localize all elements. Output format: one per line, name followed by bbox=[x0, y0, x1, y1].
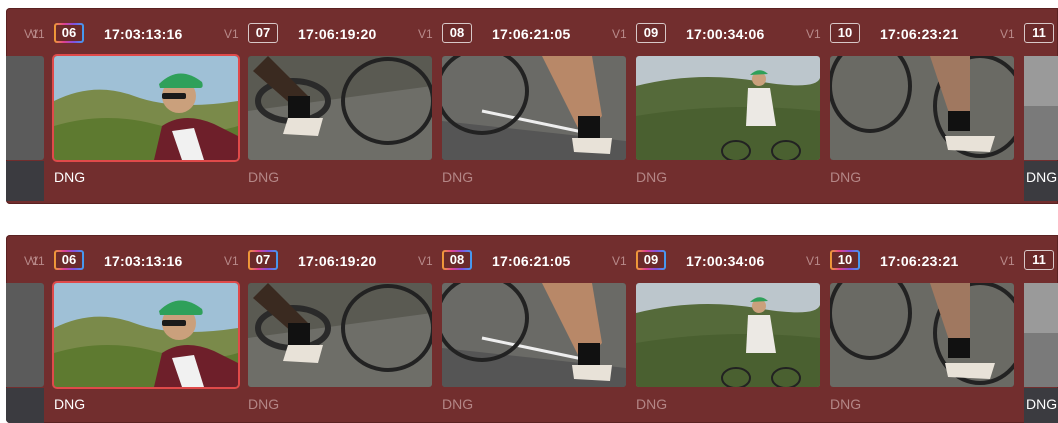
timeline-clip[interactable]: V1 09 17:00:34:06 DNG bbox=[612, 235, 830, 423]
clip-timecode: 17:03:13:16 bbox=[104, 253, 183, 269]
clip-format-label: DNG bbox=[54, 169, 86, 185]
clip-format-label: DNG bbox=[248, 169, 280, 185]
clip-track-label: V1 bbox=[612, 254, 627, 268]
cyclist-portrait-image bbox=[54, 56, 238, 160]
cyclist-hill-image bbox=[636, 56, 820, 160]
partial-clip-image bbox=[1024, 56, 1058, 160]
clip-number-badge: 07 bbox=[248, 23, 278, 43]
clip-format-label: DNG bbox=[54, 396, 86, 412]
clip-timecode: 17:06:21:05 bbox=[492, 253, 571, 269]
clip-track-label: V1 bbox=[224, 254, 239, 268]
clip-thumbnail[interactable] bbox=[1024, 283, 1058, 387]
clip-format-label: DNG bbox=[636, 169, 668, 185]
clip-timecode: 17:00:34:06 bbox=[686, 253, 765, 269]
clip-strip-top: V1 V1 06 17:03:13:16 DNG V1 07 17:06:19:20 DN… bbox=[6, 8, 1058, 204]
clip-format-label: DNG bbox=[830, 169, 862, 185]
clip-number-badge: 07 bbox=[248, 250, 278, 270]
clip-number-badge: 10 bbox=[830, 250, 860, 270]
clip-track-label: V1 bbox=[806, 254, 821, 268]
previous-clip-format-bar bbox=[6, 388, 44, 423]
clip-track-label: V1 bbox=[1000, 27, 1015, 41]
clip-number-badge: 08 bbox=[442, 250, 472, 270]
timeline-clip[interactable]: V1 11 DNG bbox=[1000, 8, 1058, 204]
previous-clip-format-bar bbox=[6, 161, 44, 201]
clip-number-badge: 11 bbox=[1024, 23, 1054, 43]
clip-format-label: DNG bbox=[830, 396, 862, 412]
leg-wheel-image bbox=[442, 283, 626, 387]
rear-wheel-image bbox=[830, 56, 1014, 160]
clip-timecode: 17:06:21:05 bbox=[492, 26, 571, 42]
clip-track-label: V1 bbox=[224, 27, 239, 41]
clip-format-label: DNG bbox=[1026, 169, 1058, 185]
clip-timecode: 17:00:34:06 bbox=[686, 26, 765, 42]
timeline-clip[interactable]: V1 10 17:06:23:21 DNG bbox=[806, 8, 1024, 204]
clip-number-badge: 11 bbox=[1024, 250, 1054, 270]
clip-track-label: V1 bbox=[30, 27, 45, 41]
timeline-clip[interactable]: V1 11 DNG bbox=[1000, 235, 1058, 423]
timeline-clip[interactable]: V1 07 17:06:19:20 DNG bbox=[224, 8, 442, 204]
clip-timecode: 17:06:23:21 bbox=[880, 253, 959, 269]
clip-number-badge: 08 bbox=[442, 23, 472, 43]
timeline-clip[interactable]: V1 06 17:03:13:16 DNG bbox=[30, 8, 248, 204]
clip-track-label: V1 bbox=[612, 27, 627, 41]
clip-thumbnail[interactable] bbox=[636, 56, 820, 160]
clip-thumbnail[interactable] bbox=[636, 283, 820, 387]
clip-thumbnail[interactable] bbox=[830, 56, 1014, 160]
previous-clip-thumbnail[interactable] bbox=[6, 283, 44, 387]
clip-format-label: DNG bbox=[248, 396, 280, 412]
clip-number-badge: 09 bbox=[636, 250, 666, 270]
clip-format-label: DNG bbox=[442, 169, 474, 185]
clip-thumbnail[interactable] bbox=[248, 283, 432, 387]
clip-thumbnail[interactable] bbox=[54, 56, 238, 160]
partial-clip-image bbox=[1024, 283, 1058, 387]
clip-strip-bottom: V1 V1 06 17:03:13:16 DNG V1 07 17:06:19:20 DN… bbox=[6, 235, 1058, 423]
clip-format-label: DNG bbox=[636, 396, 668, 412]
clip-number-badge: 06 bbox=[54, 23, 84, 43]
timeline-clip[interactable]: V1 08 17:06:21:05 DNG bbox=[418, 8, 636, 204]
timeline-clip[interactable]: V1 08 17:06:21:05 DNG bbox=[418, 235, 636, 423]
clip-track-label: V1 bbox=[1000, 254, 1015, 268]
clip-thumbnail[interactable] bbox=[54, 283, 238, 387]
clip-track-label: V1 bbox=[418, 254, 433, 268]
clip-track-label: V1 bbox=[418, 27, 433, 41]
clip-thumbnail[interactable] bbox=[442, 283, 626, 387]
cyclist-hill-image bbox=[636, 283, 820, 387]
timeline-clip[interactable]: V1 06 17:03:13:16 DNG bbox=[30, 235, 248, 423]
leg-wheel-image bbox=[442, 56, 626, 160]
pedal-closeup-image bbox=[248, 56, 432, 160]
clip-timecode: 17:06:19:20 bbox=[298, 253, 377, 269]
clip-thumbnail[interactable] bbox=[1024, 56, 1058, 160]
clip-timecode: 17:03:13:16 bbox=[104, 26, 183, 42]
clip-number-badge: 06 bbox=[54, 250, 84, 270]
clip-track-label: V1 bbox=[30, 254, 45, 268]
rear-wheel-image bbox=[830, 283, 1014, 387]
timeline-clip[interactable]: V1 10 17:06:23:21 DNG bbox=[806, 235, 1024, 423]
clip-number-badge: 10 bbox=[830, 23, 860, 43]
clip-thumbnail[interactable] bbox=[442, 56, 626, 160]
clip-format-label: DNG bbox=[442, 396, 474, 412]
clip-timecode: 17:06:23:21 bbox=[880, 26, 959, 42]
previous-clip-thumbnail[interactable] bbox=[6, 56, 44, 160]
clip-format-label: DNG bbox=[1026, 396, 1058, 412]
cyclist-portrait-image bbox=[54, 283, 238, 387]
pedal-closeup-image bbox=[248, 283, 432, 387]
timeline-clip[interactable]: V1 07 17:06:19:20 DNG bbox=[224, 235, 442, 423]
clip-thumbnail[interactable] bbox=[830, 283, 1014, 387]
clip-number-badge: 09 bbox=[636, 23, 666, 43]
clip-track-label: V1 bbox=[806, 27, 821, 41]
clip-thumbnail[interactable] bbox=[248, 56, 432, 160]
clip-timecode: 17:06:19:20 bbox=[298, 26, 377, 42]
timeline-clip[interactable]: V1 09 17:00:34:06 DNG bbox=[612, 8, 830, 204]
